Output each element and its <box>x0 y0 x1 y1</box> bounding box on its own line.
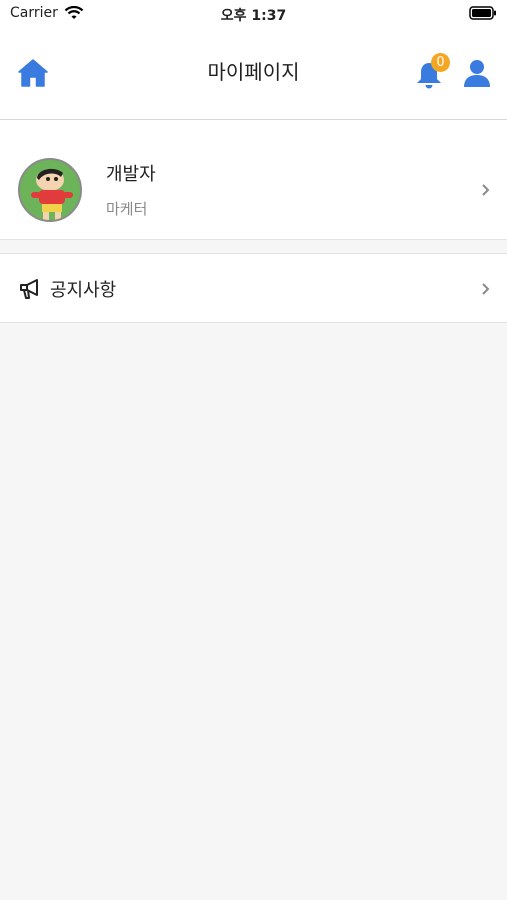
chevron-right-icon <box>482 184 490 196</box>
status-bar: Carrier 오후 1:37 <box>0 0 507 28</box>
status-time: 오후 1:37 <box>220 8 287 24</box>
profile-name: 개발자 <box>106 164 156 185</box>
avatar <box>18 158 82 222</box>
user-icon <box>464 60 490 87</box>
menu-item-notice[interactable]: 공지사항 <box>0 253 507 323</box>
notification-button[interactable]: 0 <box>414 53 450 90</box>
megaphone-icon <box>20 279 38 299</box>
battery-icon <box>469 6 497 24</box>
chevron-right-icon <box>482 283 490 295</box>
profile-row[interactable]: 개발자 마케터 <box>0 120 507 240</box>
profile-role: 마케터 <box>106 200 148 218</box>
notification-badge: 0 <box>431 53 450 72</box>
avatar-character-image <box>20 160 80 220</box>
app-header: 마이페이지 0 <box>0 28 507 120</box>
notice-label: 공지사항 <box>50 280 117 301</box>
user-button[interactable] <box>462 58 492 88</box>
